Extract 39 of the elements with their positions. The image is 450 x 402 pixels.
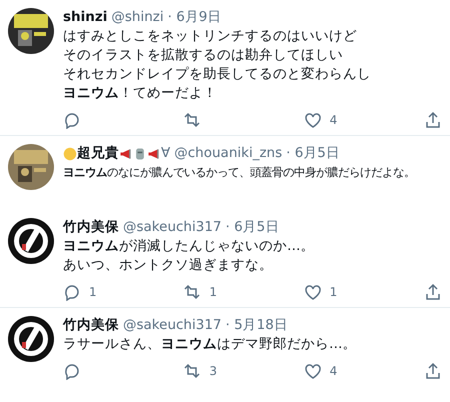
date: · 6月9日 bbox=[168, 8, 222, 27]
tweet-text: あいつ、ホントクソ過ぎますな。 bbox=[63, 256, 274, 275]
tweet-text: ヨニウムが消滅したんじゃないのか…。 bbox=[63, 237, 316, 256]
handle: @sakeuchi317 bbox=[123, 316, 222, 335]
share-icon[interactable] bbox=[424, 283, 442, 301]
display-name: shinzi bbox=[63, 8, 108, 27]
tweet-text: ラサールさん、ヨニウムはデマ野郎だから…。 bbox=[63, 335, 358, 354]
display-name: 超兄貴 bbox=[77, 144, 119, 163]
heart-icon[interactable] bbox=[304, 283, 322, 301]
tweet-text: そのイラストを拡散するのは勘弁してほしい bbox=[63, 46, 344, 65]
speech-bubble-icon[interactable] bbox=[63, 111, 81, 129]
retweet-icon[interactable] bbox=[183, 111, 202, 129]
count: 1 bbox=[330, 284, 338, 301]
heart-icon[interactable] bbox=[304, 111, 322, 129]
display-name: 竹内美保 bbox=[63, 218, 119, 237]
heart-icon[interactable] bbox=[304, 362, 322, 380]
tweet-text: それセカンドレイプを助長してるのと変わらんし bbox=[63, 65, 372, 84]
date: · 6月5日 bbox=[286, 144, 340, 163]
count: 4 bbox=[330, 363, 338, 380]
count: 1 bbox=[89, 284, 97, 301]
display-name: 竹内美保 bbox=[63, 316, 119, 335]
retweet-icon[interactable] bbox=[183, 362, 202, 380]
tweet-text: ヨニウムのなにが膿んでいるかって、頭蓋骨の中身が膿だらけだよな。 bbox=[63, 165, 416, 181]
retweet-icon[interactable] bbox=[183, 283, 202, 301]
share-icon[interactable] bbox=[424, 111, 442, 129]
count: 1 bbox=[209, 284, 217, 301]
name-symbol: ∀ bbox=[161, 144, 170, 163]
tweet-text: はすみとしこをネットリンチするのはいいけど bbox=[63, 27, 358, 46]
speech-bubble-icon[interactable] bbox=[63, 283, 81, 301]
handle: @sakeuchi317 bbox=[123, 218, 222, 237]
speech-bubble-icon[interactable] bbox=[63, 362, 81, 380]
tweet-text: ヨニウム！てめーだよ！ bbox=[63, 84, 218, 103]
handle: @chouaniki_zns bbox=[174, 144, 282, 163]
count: 3 bbox=[209, 363, 217, 380]
handle: @shinzi bbox=[111, 8, 164, 27]
date: · 5月18日 bbox=[226, 316, 288, 335]
share-icon[interactable] bbox=[424, 362, 442, 380]
count: 4 bbox=[330, 112, 338, 129]
date: · 6月5日 bbox=[226, 218, 280, 237]
